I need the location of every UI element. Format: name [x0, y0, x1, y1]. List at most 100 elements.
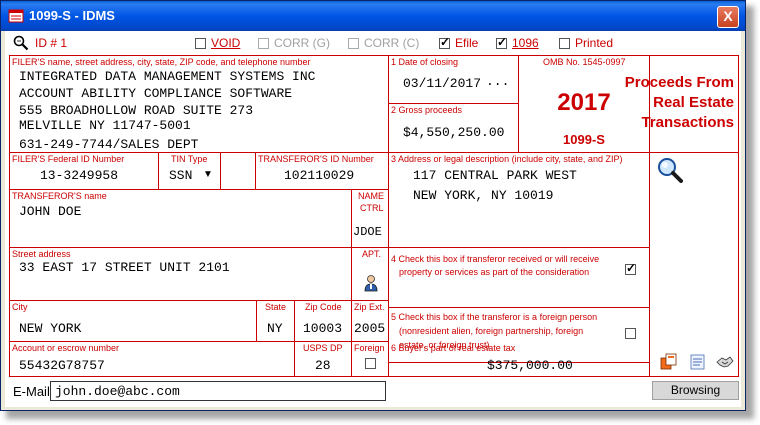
printed-checkbox[interactable]: Printed: [559, 36, 613, 50]
action-icons-panel: [650, 248, 739, 377]
printed-box[interactable]: [559, 37, 570, 49]
tin-type-label: TIN Type: [171, 154, 208, 164]
box5-label-1: 5 Check this box if the transferor is a …: [391, 312, 598, 322]
buyers-tax-value: $375,000.00: [487, 358, 573, 373]
form-title-line-1: Proceeds From: [624, 74, 734, 91]
filer-info-field[interactable]: FILER'S name, street address, city, stat…: [10, 56, 389, 153]
filer-line-4: MELVILLE NY 11747-5001: [19, 118, 191, 133]
property-address-line-1: 117 CENTRAL PARK WEST: [413, 168, 577, 183]
property-address-field[interactable]: 3 Address or legal description (include …: [389, 153, 650, 248]
void-checkbox[interactable]: VOID: [195, 36, 240, 50]
corr-c-checkbox: CORR (C): [348, 36, 419, 50]
transferor-id-field[interactable]: TRANSFEROR'S ID Number 102110029: [256, 153, 389, 190]
city-value: NEW YORK: [19, 321, 82, 336]
street-address-value: 33 EAST 17 STREET UNIT 2101: [19, 260, 230, 275]
efile-checkbox[interactable]: ✓ Efile: [439, 35, 478, 50]
dropdown-arrow-icon[interactable]: ▼: [203, 169, 213, 180]
email-input[interactable]: john.doe@abc.com: [50, 381, 386, 401]
foreign-checkbox[interactable]: [365, 358, 376, 369]
zip-code-label: Zip Code: [305, 302, 342, 312]
form-body: ID # 1 VOID CORR (G) CORR (C) ✓ Efile ✓ …: [5, 31, 741, 407]
omb-box: OMB No. 1545-0997 2017 1099-S: [519, 56, 650, 153]
zip-ext-field[interactable]: Zip Ext. 2005: [352, 301, 389, 342]
usps-dp-value: 28: [315, 358, 331, 373]
gross-proceeds-field[interactable]: 2 Gross proceeds $4,550,250.00: [389, 104, 519, 153]
filer-line-3: 555 BROADHOLLOW ROAD SUITE 273: [19, 103, 254, 118]
copy-record-icon[interactable]: [660, 353, 678, 371]
federal-id-label: FILER'S Federal ID Number: [12, 154, 125, 164]
id-field[interactable]: ID # 1: [13, 35, 67, 51]
person-icon[interactable]: [363, 274, 380, 292]
name-control-label-1: NAME: [358, 191, 385, 201]
zip-code-field[interactable]: Zip Code 10003: [295, 301, 352, 342]
tin-type-select[interactable]: TIN Type SSN ▼: [159, 153, 221, 190]
corr-g-checkbox: CORR (G): [258, 36, 330, 50]
blank-field: [221, 153, 256, 190]
street-address-field[interactable]: Street address 33 EAST 17 STREET UNIT 21…: [10, 248, 352, 301]
zip-ext-label: Zip Ext.: [354, 302, 385, 312]
apt-field[interactable]: APT.: [352, 248, 389, 301]
box5-label-2: (nonresident alien, foreign partnership,…: [399, 326, 584, 336]
corr-c-box: [348, 37, 359, 49]
form-1096-box[interactable]: ✓: [496, 34, 508, 49]
box4-checkbox[interactable]: ✓: [625, 261, 637, 275]
transferor-name-field[interactable]: TRANSFEROR'S name JOHN DOE: [10, 190, 352, 248]
email-bar: E-Mail: john.doe@abc.com Browsing: [5, 377, 741, 407]
transferor-name-label: TRANSFEROR'S name: [12, 191, 107, 201]
search-panel: [650, 153, 739, 248]
check-mark-icon: ✓: [497, 34, 508, 49]
window: 1099-S - IDMS X ID # 1 VOID CORR (G) COR…: [0, 0, 746, 411]
void-box[interactable]: [195, 37, 206, 49]
zip-code-value: 10003: [303, 321, 343, 336]
box5-checkbox[interactable]: [625, 328, 636, 339]
filer-line-2: ACCOUNT ABILITY COMPLIANCE SOFTWARE: [19, 86, 293, 101]
corr-g-box: [258, 37, 269, 49]
find-record-icon[interactable]: [13, 35, 29, 51]
box4-label-1: 4 Check this box if transferor received …: [391, 254, 600, 264]
buyers-tax-field[interactable]: 6 Buyer's part of real estate tax $375,0…: [389, 342, 650, 377]
handshake-icon[interactable]: [716, 354, 734, 370]
search-icon[interactable]: [656, 156, 684, 184]
filer-line-1: INTEGRATED DATA MANAGEMENT SYSTEMS INC: [19, 69, 316, 84]
date-picker-button[interactable]: ...: [486, 74, 509, 89]
foreign-field[interactable]: Foreign: [352, 342, 389, 377]
date-of-closing-field[interactable]: 1 Date of closing 03/11/2017 ...: [389, 56, 519, 104]
form-1096-label: 1096: [512, 36, 539, 50]
usps-dp-label: USPS DP: [303, 343, 343, 353]
box4-property-services-field[interactable]: 4 Check this box if transferor received …: [389, 248, 650, 308]
name-control-label-2: CTRL: [360, 203, 384, 213]
federal-id-field[interactable]: FILER'S Federal ID Number 13-3249958: [10, 153, 159, 190]
name-control-value: JDOE: [353, 225, 382, 239]
usps-dp-field[interactable]: USPS DP 28: [295, 342, 352, 377]
city-field[interactable]: City NEW YORK: [10, 301, 257, 342]
corr-c-label: CORR (C): [364, 36, 420, 50]
form-number: 1099-S: [563, 132, 605, 147]
state-value: NY: [267, 321, 283, 336]
app-icon: [8, 9, 24, 23]
transferor-id-label: TRANSFEROR'S ID Number: [258, 154, 374, 164]
email-label: E-Mail:: [13, 384, 54, 399]
corr-g-label: CORR (G): [274, 36, 330, 50]
notes-icon[interactable]: [689, 353, 707, 371]
check-mark-icon: ✓: [626, 261, 637, 275]
title-bar[interactable]: 1099-S - IDMS X: [1, 1, 745, 31]
window-title: 1099-S - IDMS: [29, 8, 115, 23]
close-button[interactable]: X: [717, 6, 739, 28]
account-number-field[interactable]: Account or escrow number 55432G78757: [10, 342, 295, 377]
transferor-name-value: JOHN DOE: [19, 204, 82, 219]
omb-number: OMB No. 1545-0997: [543, 57, 626, 67]
browsing-button[interactable]: Browsing: [652, 381, 739, 400]
date-of-closing-value: 03/11/2017: [403, 76, 482, 91]
gross-proceeds-label: 2 Gross proceeds: [391, 105, 463, 115]
zip-ext-value: 2005: [354, 321, 386, 336]
state-field[interactable]: State NY: [257, 301, 295, 342]
name-control-field[interactable]: NAME CTRL JDOE: [352, 190, 389, 248]
filer-phone: 631-249-7744/SALES DEPT: [19, 137, 199, 152]
form-1099-s: FILER'S name, street address, city, stat…: [9, 55, 739, 377]
printed-label: Printed: [575, 36, 614, 50]
filer-info-label: FILER'S name, street address, city, stat…: [12, 57, 311, 67]
efile-box[interactable]: ✓: [439, 35, 450, 49]
form-title-line-3: Transactions: [641, 114, 734, 131]
form-1096-checkbox[interactable]: ✓ 1096: [496, 34, 539, 50]
buyers-tax-label: 6 Buyer's part of real estate tax: [391, 343, 516, 353]
